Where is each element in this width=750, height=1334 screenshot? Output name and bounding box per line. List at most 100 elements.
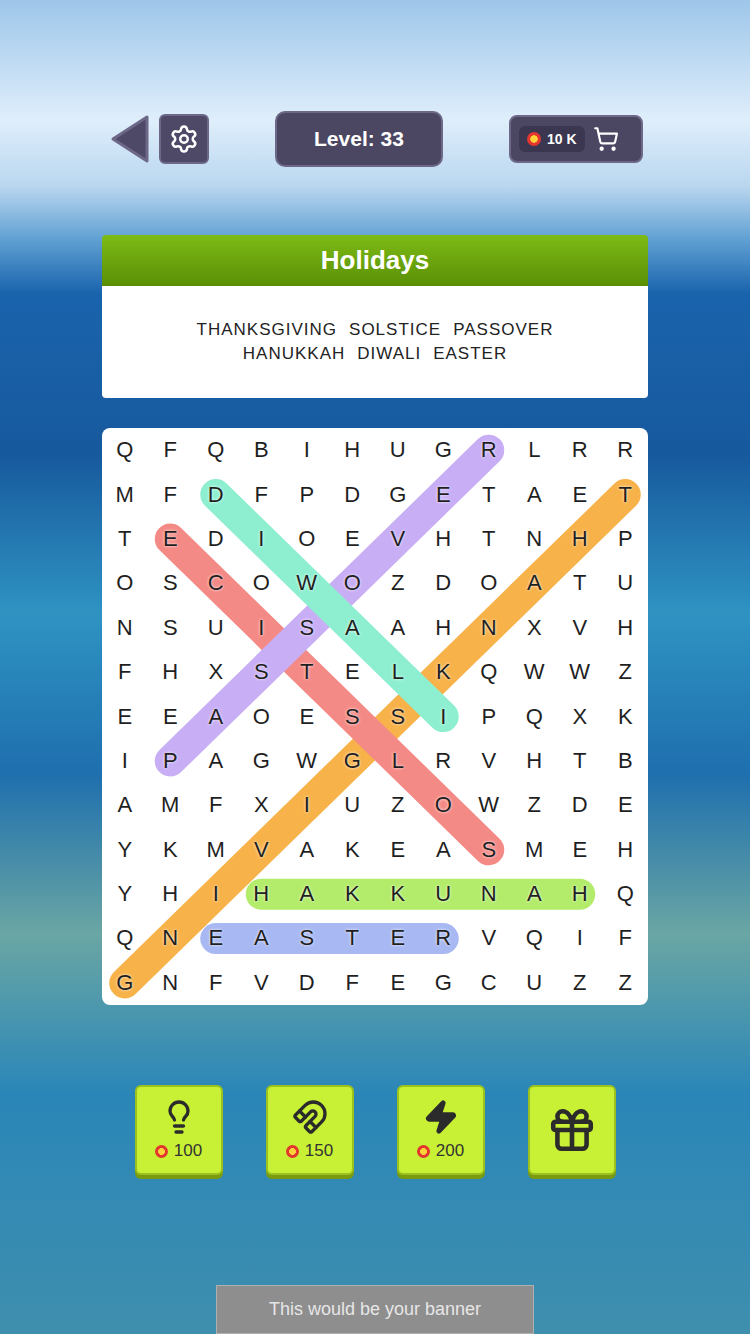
gift-button[interactable]	[528, 1085, 616, 1175]
grid-cell[interactable]: A	[512, 561, 558, 605]
grid-cell[interactable]: U	[375, 428, 421, 472]
grid-cell[interactable]: Z	[512, 783, 558, 827]
grid-cell[interactable]: O	[421, 783, 467, 827]
grid-cell[interactable]: E	[375, 828, 421, 872]
letter-grid[interactable]: QFQBIHUGRLRRMFDFPDGETAETTEDIOEVHTNHPOSCO…	[102, 428, 648, 1005]
grid-cell[interactable]: H	[603, 828, 649, 872]
grid-cell[interactable]: Q	[603, 872, 649, 916]
grid-cell[interactable]: E	[557, 828, 603, 872]
grid-cell[interactable]: P	[466, 694, 512, 738]
grid-cell[interactable]: A	[193, 694, 239, 738]
grid-cell[interactable]: D	[193, 472, 239, 516]
grid-cell[interactable]: D	[193, 517, 239, 561]
grid-cell[interactable]: Z	[603, 961, 649, 1005]
grid-cell[interactable]: E	[421, 472, 467, 516]
grid-cell[interactable]: V	[466, 739, 512, 783]
grid-cell[interactable]: X	[193, 650, 239, 694]
grid-cell[interactable]: Q	[512, 916, 558, 960]
grid-cell[interactable]: C	[193, 561, 239, 605]
grid-cell[interactable]: O	[466, 561, 512, 605]
grid-cell[interactable]: L	[375, 650, 421, 694]
grid-cell[interactable]: P	[603, 517, 649, 561]
grid-cell[interactable]: E	[330, 517, 376, 561]
grid-cell[interactable]: I	[239, 517, 285, 561]
grid-cell[interactable]: G	[102, 961, 148, 1005]
grid-cell[interactable]: Q	[466, 650, 512, 694]
grid-cell[interactable]: S	[330, 694, 376, 738]
grid-cell[interactable]: F	[239, 472, 285, 516]
ad-banner[interactable]: This would be your banner	[216, 1285, 534, 1334]
grid-cell[interactable]: W	[512, 650, 558, 694]
grid-cell[interactable]: A	[512, 472, 558, 516]
grid-cell[interactable]: Y	[102, 828, 148, 872]
grid-cell[interactable]: E	[284, 694, 330, 738]
grid-cell[interactable]: Z	[603, 650, 649, 694]
grid-cell[interactable]: S	[284, 916, 330, 960]
grid-cell[interactable]: O	[239, 694, 285, 738]
grid-cell[interactable]: O	[284, 517, 330, 561]
grid-cell[interactable]: R	[603, 428, 649, 472]
grid-cell[interactable]: Q	[102, 916, 148, 960]
grid-cell[interactable]: D	[284, 961, 330, 1005]
grid-cell[interactable]: T	[466, 517, 512, 561]
grid-cell[interactable]: X	[557, 694, 603, 738]
grid-cell[interactable]: U	[421, 872, 467, 916]
grid-cell[interactable]: T	[466, 472, 512, 516]
grid-cell[interactable]: N	[512, 517, 558, 561]
grid-cell[interactable]: G	[375, 472, 421, 516]
grid-cell[interactable]: Q	[193, 428, 239, 472]
grid-cell[interactable]: T	[330, 916, 376, 960]
grid-cell[interactable]: Z	[557, 961, 603, 1005]
grid-cell[interactable]: T	[102, 517, 148, 561]
grid-cell[interactable]: F	[102, 650, 148, 694]
grid-cell[interactable]: G	[239, 739, 285, 783]
grid-cell[interactable]: E	[193, 916, 239, 960]
grid-cell[interactable]: D	[421, 561, 467, 605]
grid-cell[interactable]: W	[284, 561, 330, 605]
grid-cell[interactable]: Z	[375, 561, 421, 605]
grid-cell[interactable]: N	[148, 961, 194, 1005]
hint-button[interactable]: 100	[135, 1085, 223, 1175]
grid-cell[interactable]: H	[148, 650, 194, 694]
grid-cell[interactable]: W	[284, 739, 330, 783]
grid-cell[interactable]: N	[466, 872, 512, 916]
grid-cell[interactable]: E	[375, 916, 421, 960]
grid-cell[interactable]: H	[148, 872, 194, 916]
grid-cell[interactable]: G	[330, 739, 376, 783]
grid-cell[interactable]: H	[421, 606, 467, 650]
magnet-button[interactable]: 150	[266, 1085, 354, 1175]
back-button[interactable]	[107, 113, 151, 165]
grid-cell[interactable]: K	[330, 872, 376, 916]
grid-cell[interactable]: F	[148, 472, 194, 516]
grid-cell[interactable]: F	[330, 961, 376, 1005]
grid-cell[interactable]: E	[148, 694, 194, 738]
grid-cell[interactable]: G	[421, 428, 467, 472]
grid-cell[interactable]: S	[284, 606, 330, 650]
grid-cell[interactable]: M	[193, 828, 239, 872]
grid-cell[interactable]: E	[148, 517, 194, 561]
grid-cell[interactable]: Y	[102, 872, 148, 916]
grid-cell[interactable]: I	[421, 694, 467, 738]
grid-cell[interactable]: E	[330, 650, 376, 694]
grid-cell[interactable]: H	[239, 872, 285, 916]
grid-cell[interactable]: A	[239, 916, 285, 960]
grid-cell[interactable]: R	[557, 428, 603, 472]
grid-cell[interactable]: F	[193, 961, 239, 1005]
grid-cell[interactable]: A	[284, 872, 330, 916]
grid-cell[interactable]: V	[466, 916, 512, 960]
grid-cell[interactable]: S	[375, 694, 421, 738]
grid-cell[interactable]: F	[603, 916, 649, 960]
grid-cell[interactable]: O	[330, 561, 376, 605]
grid-cell[interactable]: E	[603, 783, 649, 827]
grid-cell[interactable]: R	[421, 739, 467, 783]
grid-cell[interactable]: G	[421, 961, 467, 1005]
grid-cell[interactable]: F	[148, 428, 194, 472]
grid-cell[interactable]: V	[557, 606, 603, 650]
grid-cell[interactable]: Z	[375, 783, 421, 827]
settings-button[interactable]	[159, 114, 209, 164]
grid-cell[interactable]: I	[239, 606, 285, 650]
grid-cell[interactable]: R	[421, 916, 467, 960]
grid-cell[interactable]: F	[193, 783, 239, 827]
grid-cell[interactable]: H	[603, 606, 649, 650]
bolt-button[interactable]: 200	[397, 1085, 485, 1175]
